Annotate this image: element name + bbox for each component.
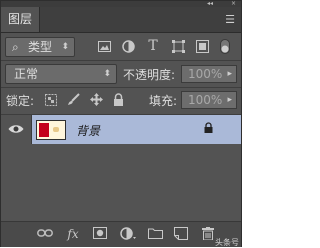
- lock-all-icon[interactable]: [111, 93, 125, 109]
- opacity-field[interactable]: 100% ▸: [181, 65, 237, 83]
- opacity-label: 不透明度:: [123, 68, 176, 82]
- chevron-right-icon[interactable]: ▸: [227, 92, 232, 109]
- layer-name[interactable]: 背景: [76, 122, 100, 139]
- visibility-toggle[interactable]: [1, 115, 32, 144]
- opacity-value: 100%: [188, 67, 223, 81]
- fill-label: 填充:: [149, 94, 178, 108]
- toggle-filter-icon[interactable]: [219, 39, 231, 57]
- blend-mode-dropdown[interactable]: 正常 ⬍: [5, 64, 117, 84]
- image-filter-icon[interactable]: [97, 41, 111, 55]
- thumbnail-spot: [53, 127, 59, 132]
- layer-row[interactable]: 背景: [1, 115, 241, 144]
- blend-mode-label: 正常: [14, 67, 39, 81]
- thumbnail-red-region: [39, 123, 49, 137]
- search-icon: ⌕: [12, 40, 19, 54]
- layer-item[interactable]: 背景: [32, 115, 241, 144]
- divider: [1, 60, 241, 61]
- chevron-updown-icon: ⬍: [103, 69, 111, 79]
- fx-icon[interactable]: fx: [65, 227, 81, 241]
- filter-row: ⌕ 类型 ⬍ T: [1, 35, 241, 59]
- link-icon[interactable]: [37, 227, 53, 241]
- eye-icon[interactable]: [8, 124, 24, 134]
- tab-bar: 图层 ☰: [1, 7, 241, 33]
- text-filter-icon[interactable]: T: [146, 39, 160, 53]
- new-layer-icon[interactable]: [173, 227, 189, 243]
- tab-layers[interactable]: 图层: [1, 7, 40, 32]
- blend-row: 正常 ⬍ 不透明度: 100% ▸: [1, 62, 241, 86]
- lock-label: 锁定:: [6, 94, 35, 108]
- layers-panel: ◂◂ × 图层 ☰ ⌕ 类型 ⬍ T 正常 ⬍ 不透明度: 100% ▸ 锁定:…: [0, 0, 242, 247]
- group-folder-icon[interactable]: [147, 227, 163, 242]
- shape-filter-icon[interactable]: [171, 40, 185, 56]
- lock-position-icon[interactable]: [89, 93, 103, 109]
- lock-transparency-icon[interactable]: [44, 94, 58, 109]
- layer-thumbnail: [36, 120, 66, 140]
- adjustment-layer-icon[interactable]: [120, 227, 136, 243]
- bottom-toolbar: fx: [1, 221, 241, 247]
- chevron-right-icon[interactable]: ▸: [227, 66, 232, 83]
- fill-field[interactable]: 100% ▸: [181, 91, 237, 109]
- fill-value: 100%: [188, 93, 223, 107]
- mask-icon[interactable]: [92, 227, 108, 242]
- divider: [1, 87, 241, 88]
- layer-lock-icon: [204, 122, 213, 136]
- adjustment-filter-icon[interactable]: [121, 40, 135, 56]
- lock-paint-icon[interactable]: [66, 93, 80, 109]
- filter-type-label: 类型: [28, 40, 53, 54]
- watermark-text: 头条号: [215, 238, 239, 247]
- smart-object-filter-icon[interactable]: [195, 40, 209, 56]
- chevron-updown-icon: ⬍: [61, 42, 69, 52]
- trash-icon[interactable]: [200, 227, 216, 243]
- filter-type-dropdown[interactable]: ⌕ 类型 ⬍: [5, 37, 75, 57]
- lock-row: 锁定: 填充: 100% ▸: [1, 89, 241, 113]
- menu-lines-icon[interactable]: ☰: [225, 13, 235, 26]
